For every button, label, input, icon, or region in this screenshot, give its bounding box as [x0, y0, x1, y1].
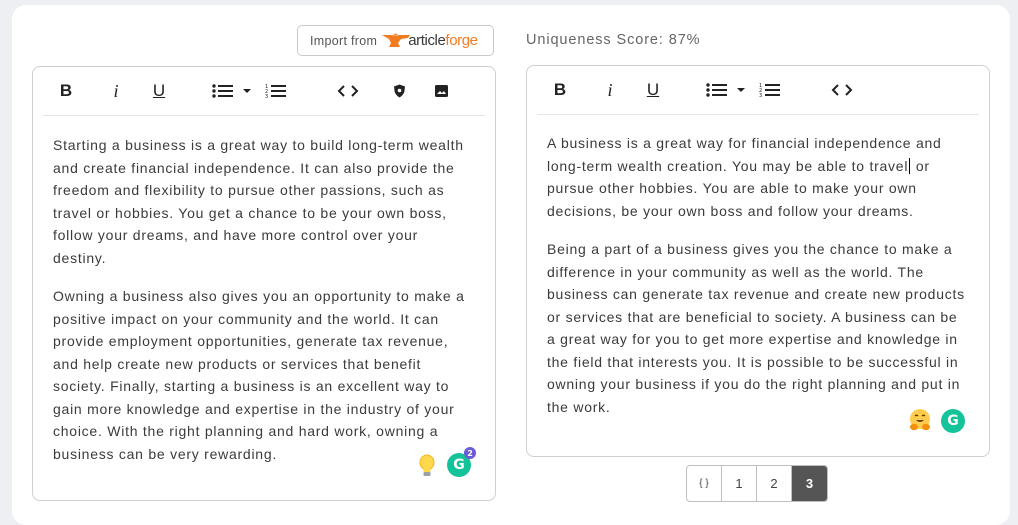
editor-toolbar: B i U 123 — [43, 67, 485, 116]
import-from-articleforge-button[interactable]: Import from articleforge — [297, 25, 494, 56]
code-button[interactable] — [336, 79, 360, 103]
numbered-list-icon: 123 — [265, 84, 286, 99]
original-text-editor[interactable]: B i U 123 Starting a business is a great… — [32, 66, 496, 501]
numbered-list-button[interactable]: 123 — [265, 79, 287, 103]
bold-icon[interactable]: B — [59, 79, 73, 103]
page-3-button[interactable]: 3 — [792, 466, 827, 501]
lightbulb-icon[interactable] — [418, 454, 436, 478]
dropdown-caret-icon — [243, 89, 251, 93]
rewritten-text-content[interactable]: A business is a great way for financial … — [527, 115, 989, 418]
underline-icon[interactable]: U — [645, 78, 661, 102]
editor-toolbar: B i U 123 — [537, 66, 979, 115]
bullet-list-icon — [212, 84, 233, 98]
rewritten-text-editor[interactable]: B i U 123 A business is a great way for … — [526, 65, 990, 457]
image-icon — [434, 85, 448, 97]
paragraph: Being a part of a business gives you the… — [547, 241, 965, 415]
shield-button[interactable] — [389, 79, 409, 103]
paragraph: Starting a business is a great way to bu… — [53, 137, 464, 266]
numbered-list-button[interactable]: 123 — [759, 78, 781, 102]
bullet-list-dropdown[interactable] — [210, 79, 254, 103]
grammarly-icon[interactable]: G — [941, 409, 965, 433]
italic-icon[interactable]: i — [603, 78, 617, 102]
image-button[interactable] — [431, 79, 451, 103]
italic-icon[interactable]: i — [109, 79, 123, 103]
numbered-list-icon: 123 — [759, 83, 780, 98]
anvil-icon — [382, 32, 411, 47]
page-1-button[interactable]: 1 — [722, 466, 757, 501]
code-icon — [831, 84, 853, 96]
code-icon — [337, 85, 359, 97]
original-text-content[interactable]: Starting a business is a great way to bu… — [33, 116, 495, 465]
dropdown-caret-icon — [737, 88, 745, 92]
underline-icon[interactable]: U — [151, 79, 167, 103]
page-2-button[interactable]: 2 — [757, 466, 792, 501]
bullet-list-dropdown[interactable] — [704, 78, 748, 102]
paragraph: A business is a great way for financial … — [547, 135, 942, 219]
articleforge-logo: articleforge — [381, 32, 478, 50]
bullet-list-icon — [706, 83, 727, 97]
pagination: { } 1 2 3 — [686, 465, 828, 502]
bold-icon[interactable]: B — [553, 78, 567, 102]
paragraph: Owning a business also gives you an oppo… — [53, 288, 465, 462]
grammarly-icon[interactable]: G 2 — [447, 447, 476, 477]
svg-text:3: 3 — [759, 93, 762, 98]
code-button[interactable] — [830, 78, 854, 102]
grammarly-suggestion-count: 2 — [464, 447, 476, 459]
import-label: Import from — [310, 33, 378, 48]
json-view-button[interactable]: { } — [687, 466, 722, 501]
articleforge-wordmark: articleforge — [408, 32, 478, 49]
shield-icon — [393, 84, 405, 98]
svg-text:3: 3 — [265, 94, 268, 99]
hugging-face-emoji-icon[interactable] — [908, 408, 932, 432]
uniqueness-score: Uniqueness Score: 87% — [526, 32, 701, 48]
